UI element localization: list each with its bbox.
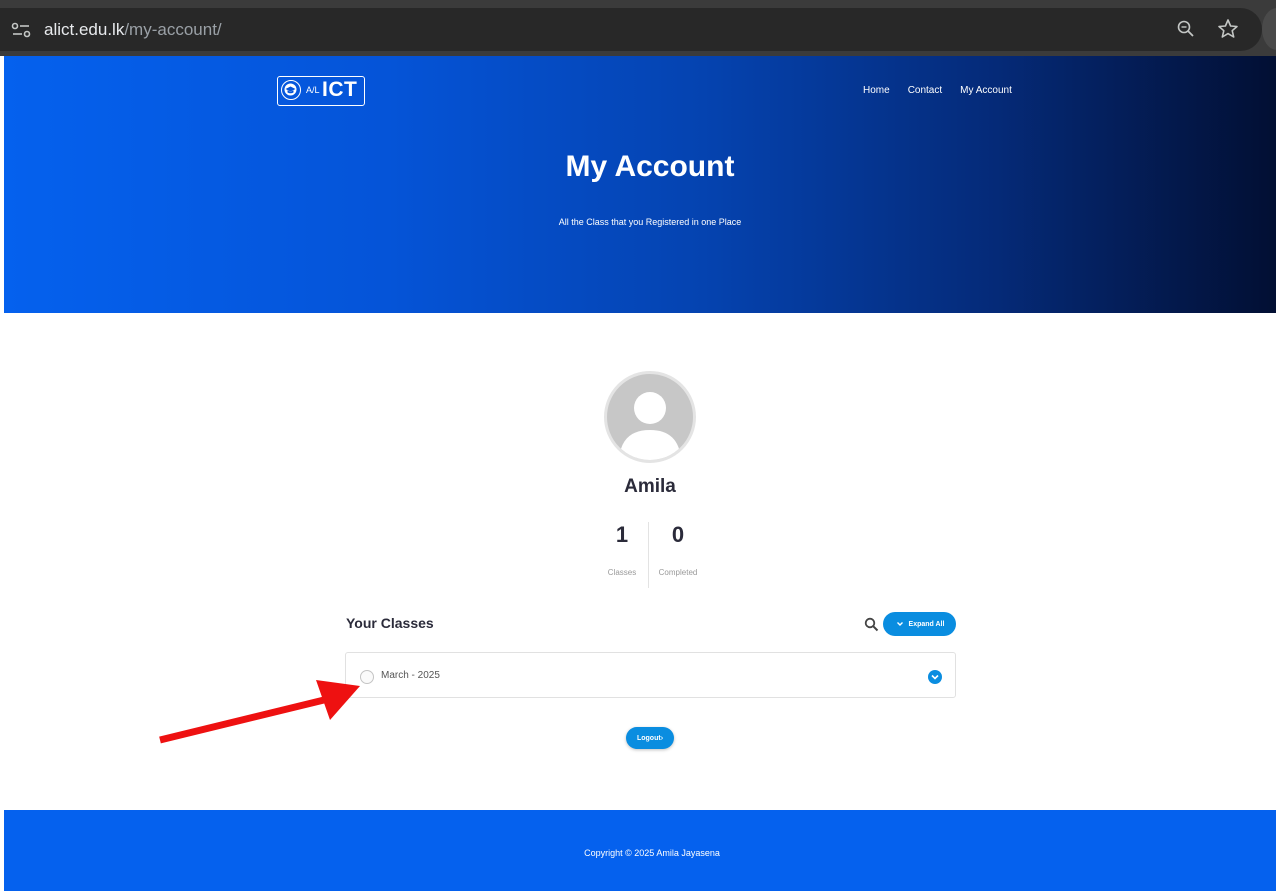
- graduation-cap-icon: [281, 80, 301, 100]
- logo-prefix: A/L: [306, 85, 320, 95]
- stat-classes: 1 Classes: [596, 522, 648, 577]
- profile-stats: 1 Classes 0 Completed: [596, 522, 706, 592]
- stat-divider: [648, 522, 649, 588]
- url-text[interactable]: alict.edu.lk/my-account/: [44, 20, 222, 40]
- class-item[interactable]: March - 2025: [345, 652, 956, 698]
- search-icon[interactable]: [864, 617, 879, 632]
- logout-label: Logout: [636, 734, 661, 742]
- site-info-icon[interactable]: [10, 20, 32, 40]
- bookmark-star-icon[interactable]: [1216, 17, 1240, 41]
- page-subtitle: All the Class that you Registered in one…: [558, 217, 742, 227]
- expand-all-button[interactable]: Expand All: [883, 612, 956, 636]
- classes-heading: Your Classes: [346, 615, 434, 631]
- avatar: [604, 371, 696, 463]
- class-item-label: March - 2025: [381, 670, 440, 681]
- site-logo[interactable]: A/L ICT: [277, 76, 365, 106]
- stat-value: 0: [671, 522, 685, 547]
- url-path: /my-account/: [124, 20, 222, 39]
- main-nav: Home Contact My Account: [863, 85, 1030, 96]
- logout-button[interactable]: Logout›: [626, 727, 674, 749]
- footer: Copyright © 2025 Amila Jayasena: [4, 810, 1276, 891]
- url-host: alict.edu.lk: [44, 20, 125, 39]
- hero-banner: A/L ICT Home Contact My Account My Accou…: [4, 56, 1276, 313]
- stat-label: Classes: [607, 568, 637, 577]
- nav-my-account[interactable]: My Account: [960, 85, 1012, 96]
- user-name: Amila: [624, 476, 676, 497]
- stat-label: Completed: [658, 568, 698, 577]
- copyright-text: Copyright © 2025 Amila Jayasena: [584, 848, 720, 858]
- expand-all-label: Expand All: [908, 620, 945, 628]
- zoom-out-icon[interactable]: [1176, 19, 1196, 39]
- page-title: My Account: [565, 150, 735, 183]
- address-bar[interactable]: alict.edu.lk/my-account/: [0, 8, 1262, 51]
- nav-home[interactable]: Home: [863, 85, 890, 96]
- browser-toolbar: alict.edu.lk/my-account/: [0, 0, 1276, 56]
- stat-completed: 0 Completed: [652, 522, 704, 577]
- chevron-down-icon[interactable]: [928, 670, 942, 684]
- chevron-down-icon: [896, 622, 903, 626]
- nav-contact[interactable]: Contact: [908, 85, 942, 96]
- annotation-arrow-icon: [159, 680, 360, 744]
- user-silhouette-icon: [619, 392, 681, 460]
- logo-text: ICT: [322, 78, 358, 101]
- stat-value: 1: [615, 522, 629, 547]
- profile-avatar-button[interactable]: [1262, 8, 1276, 50]
